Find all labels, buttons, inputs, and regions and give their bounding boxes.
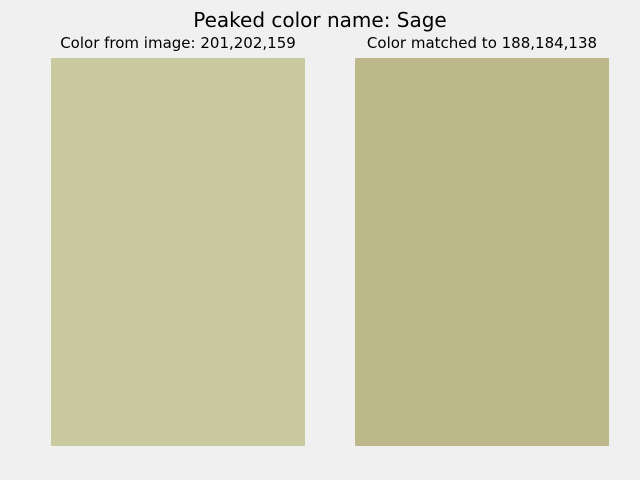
matched-color-swatch	[355, 58, 609, 446]
matched-color-title: Color matched to 188,184,138	[366, 34, 598, 52]
figure-title: Peaked color name: Sage	[193, 8, 447, 32]
image-color-title: Color from image: 201,202,159	[60, 34, 296, 52]
image-color-swatch	[51, 58, 305, 446]
color-comparison-figure: Peaked color name: Sage Color from image…	[0, 0, 640, 480]
matched-color-panel: Color matched to 188,184,138	[337, 34, 627, 446]
image-color-panel: Color from image: 201,202,159	[33, 34, 323, 446]
